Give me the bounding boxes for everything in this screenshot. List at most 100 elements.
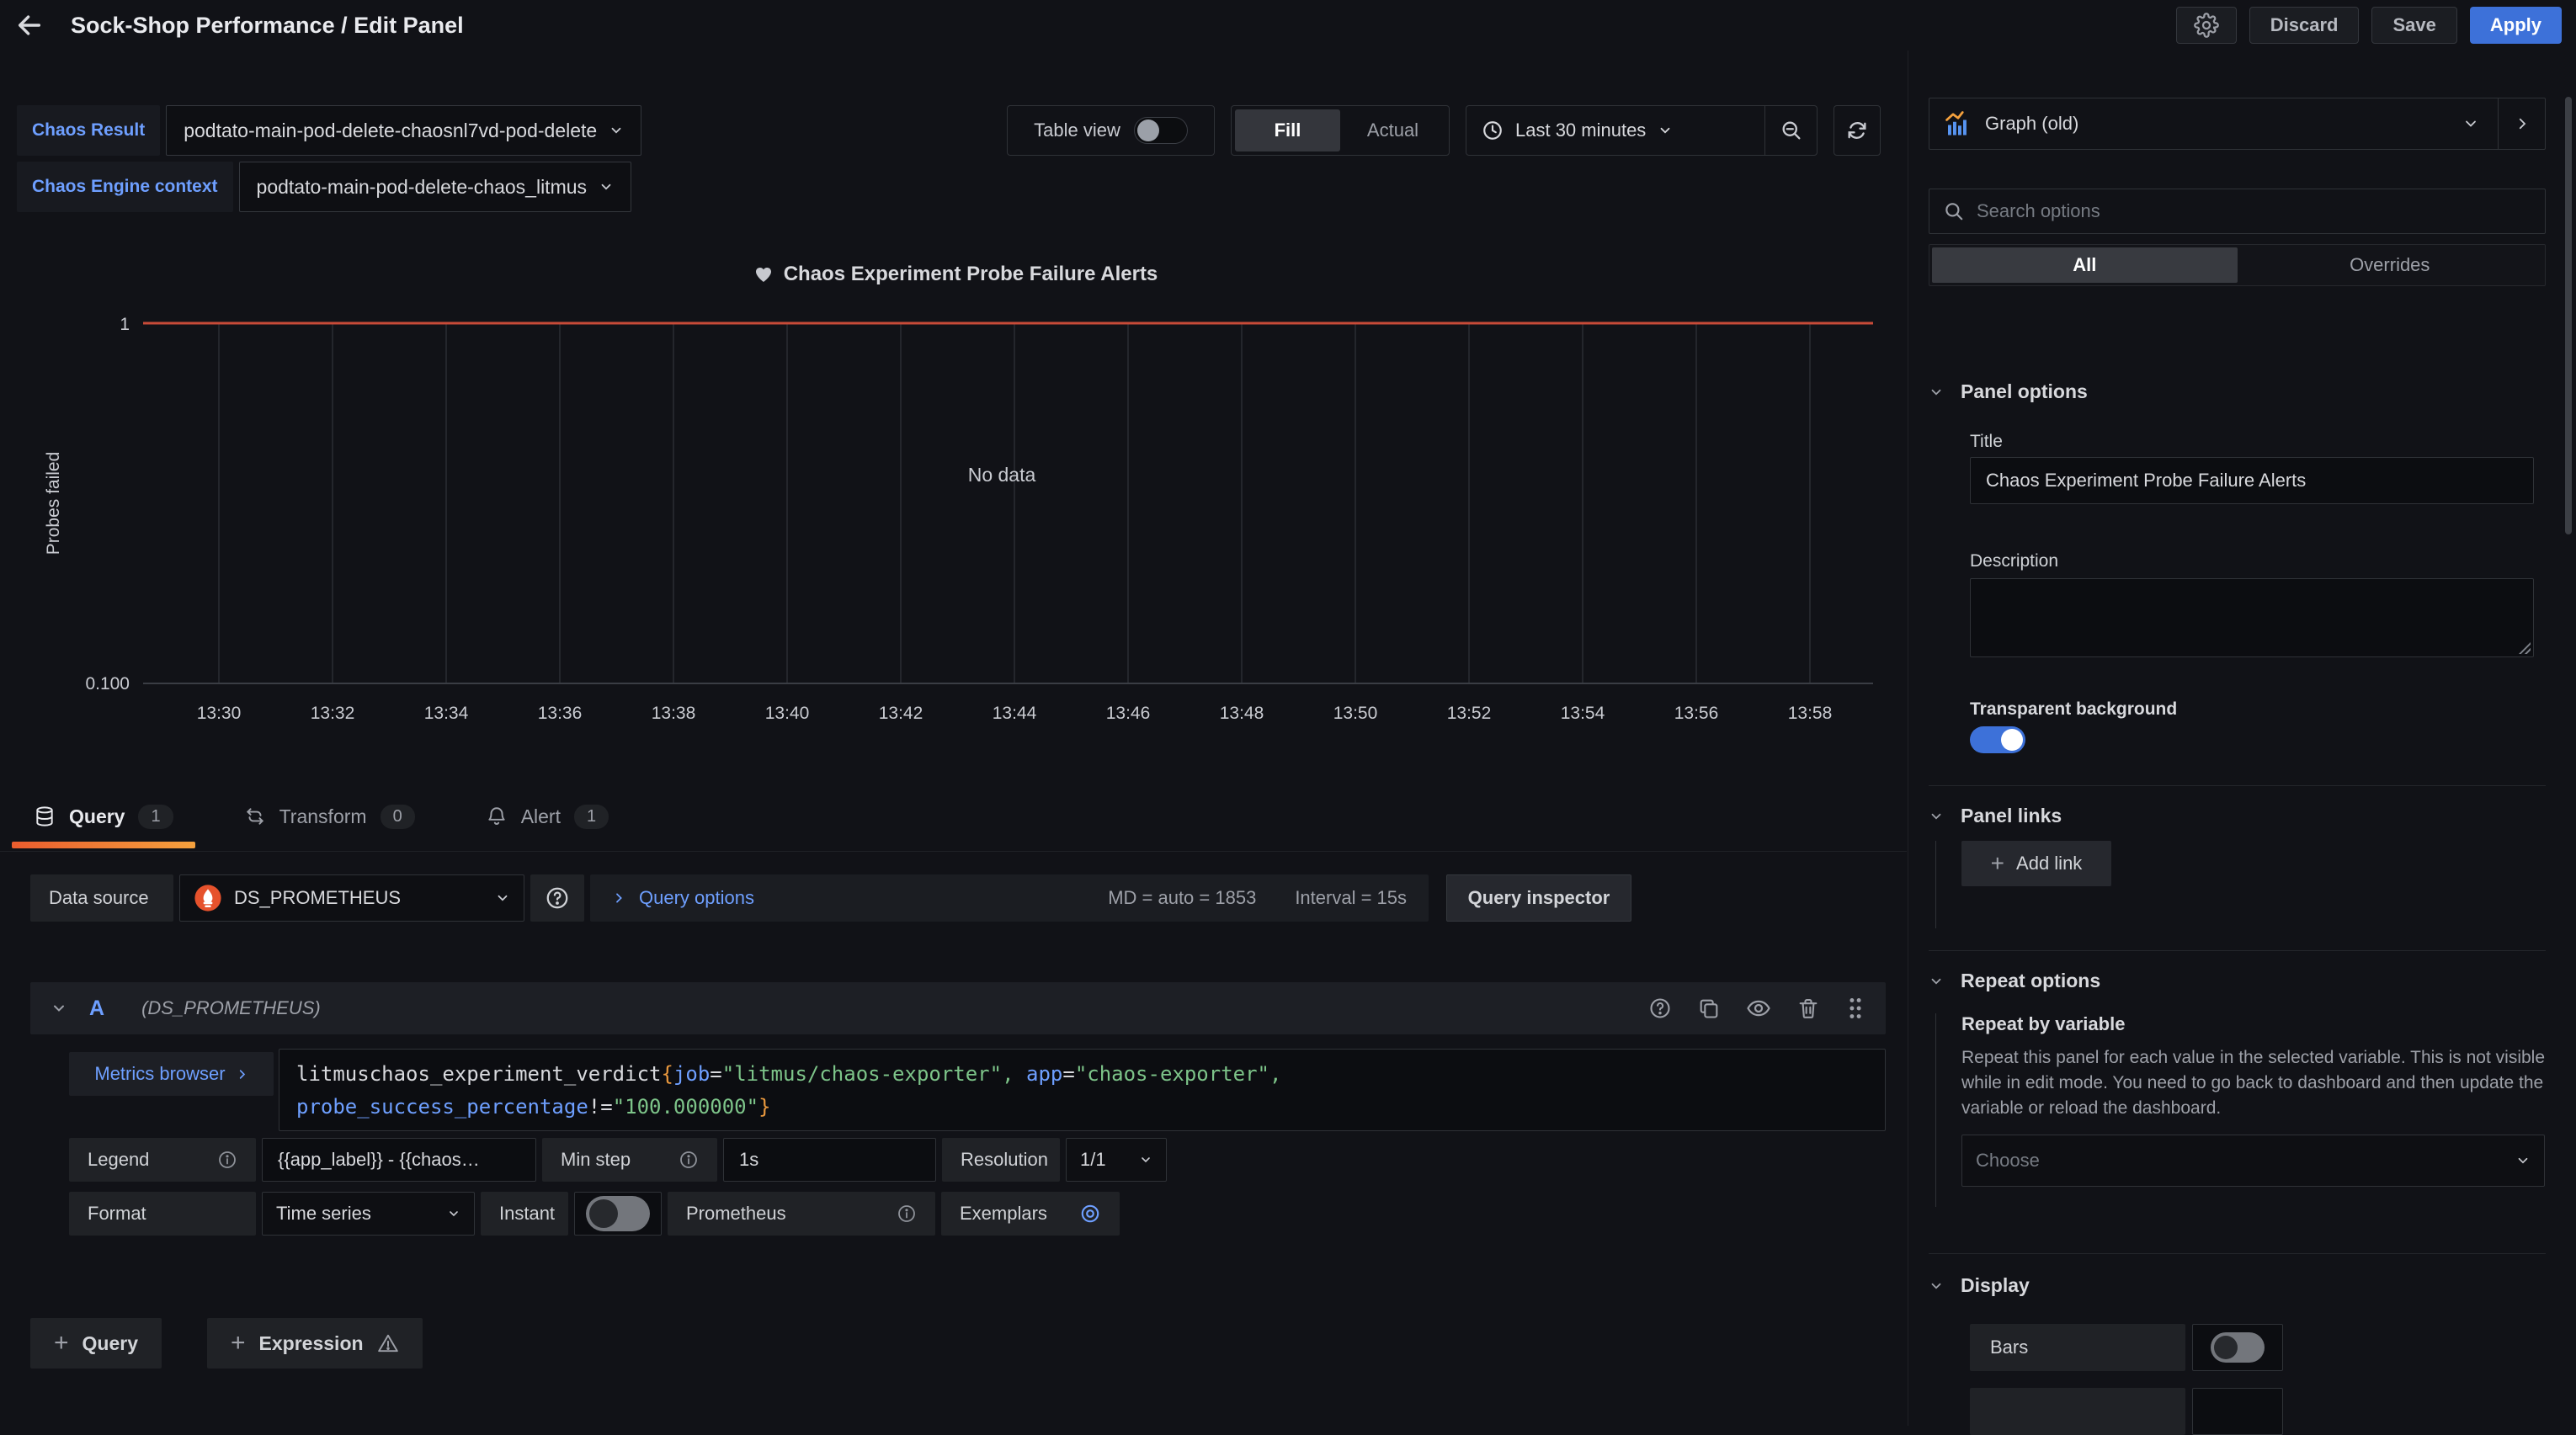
variable-label: Chaos Engine context — [17, 162, 233, 212]
duplicate-query-icon[interactable] — [1697, 997, 1721, 1020]
add-query-button[interactable]: + Query — [30, 1318, 162, 1369]
datasource-select[interactable]: DS_PROMETHEUS — [179, 874, 524, 922]
table-view-toggle[interactable] — [1134, 117, 1188, 144]
tab-transform[interactable]: Transform 0 — [244, 789, 415, 843]
next-option-row-partial — [1970, 1388, 2546, 1435]
datasource-name: DS_PROMETHEUS — [234, 887, 401, 909]
exemplars-eye-icon[interactable] — [1079, 1203, 1101, 1225]
chevron-down-icon — [1929, 809, 1944, 824]
bell-icon — [486, 805, 508, 827]
panel-toolbar: Table view Fill Actual Last 30 minutes — [1007, 105, 1881, 156]
display-header[interactable]: Display — [1929, 1274, 2546, 1297]
panel-links-content: + Add link — [1935, 841, 2546, 928]
title-field-label: Title — [1970, 432, 2534, 452]
add-expression-button[interactable]: + Expression — [207, 1318, 423, 1369]
save-button[interactable]: Save — [2371, 7, 2456, 44]
legend-format-value[interactable] — [278, 1149, 520, 1171]
discard-button[interactable]: Discard — [2249, 7, 2360, 44]
min-step-value[interactable] — [739, 1149, 920, 1171]
transparent-bg-toggle[interactable] — [1970, 726, 2025, 753]
exemplars-label-text: Exemplars — [960, 1203, 1047, 1225]
back-arrow-icon[interactable] — [0, 0, 59, 50]
zoom-out-button[interactable] — [1764, 106, 1817, 155]
min-step-input[interactable] — [723, 1138, 936, 1182]
format-select[interactable]: Time series — [262, 1192, 475, 1236]
bars-toggle[interactable] — [2211, 1332, 2265, 1363]
divider — [1929, 785, 2546, 786]
chevron-down-icon — [1139, 1153, 1152, 1167]
metrics-browser-button[interactable]: Metrics browser — [69, 1052, 274, 1096]
svg-text:13:52: 13:52 — [1447, 704, 1492, 723]
svg-text:13:54: 13:54 — [1561, 704, 1605, 723]
svg-text:13:48: 13:48 — [1220, 704, 1264, 723]
bars-toggle-box — [2192, 1324, 2283, 1371]
instant-toggle[interactable] — [586, 1196, 650, 1231]
chevron-down-icon — [2515, 1153, 2531, 1168]
search-options-input[interactable] — [1977, 200, 2531, 222]
sidebar-scrollbar[interactable] — [2565, 97, 2572, 534]
svg-text:13:38: 13:38 — [652, 704, 696, 723]
prometheus-type-label: Prometheus — [668, 1192, 935, 1236]
tab-count-badge: 1 — [138, 805, 173, 829]
query-inspector-button[interactable]: Query inspector — [1446, 874, 1631, 922]
tab-alert[interactable]: Alert 1 — [486, 789, 609, 843]
table-view-group: Table view — [1007, 105, 1215, 156]
tab-query[interactable]: Query 1 — [34, 789, 173, 843]
description-textarea[interactable] — [1971, 579, 2533, 656]
chart-plot-area[interactable]: 13:3013:3213:3413:3613:3813:4013:4213:44… — [25, 303, 1886, 741]
panel-settings-button[interactable] — [2176, 7, 2237, 44]
options-filter-tabs: All Overrides — [1929, 244, 2546, 286]
max-datapoints-text: MD = auto = 1853 — [1108, 887, 1256, 909]
tab-label: Alert — [521, 805, 561, 828]
query-options-label: Query options — [639, 887, 754, 909]
svg-text:13:36: 13:36 — [538, 704, 583, 723]
fill-actual-group: Fill Actual — [1231, 105, 1450, 156]
repeat-help-text: Repeat this panel for each value in the … — [1961, 1045, 2547, 1121]
panel-links-header[interactable]: Panel links — [1929, 805, 2546, 827]
svg-text:13:44: 13:44 — [993, 704, 1037, 723]
min-step-label: Min step — [542, 1138, 717, 1182]
query-help-icon[interactable] — [1648, 997, 1672, 1020]
resolution-select[interactable]: 1/1 — [1066, 1138, 1167, 1182]
panel-title-input[interactable] — [1986, 470, 2518, 492]
variable-value: podtato-main-pod-delete-chaosnl7vd-pod-d… — [184, 120, 597, 142]
datasource-help-button[interactable] — [530, 874, 584, 922]
resolution-value: 1/1 — [1080, 1149, 1106, 1171]
repeat-options-header[interactable]: Repeat options — [1929, 970, 2546, 992]
options-sidebar: Graph (old) All Overrides Panel options … — [1908, 50, 2576, 1426]
legend-format-input[interactable] — [262, 1138, 536, 1182]
time-range-picker[interactable]: Last 30 minutes — [1466, 120, 1764, 141]
toggle-visibility-icon[interactable] — [1746, 996, 1771, 1021]
tab-overrides[interactable]: Overrides — [2238, 247, 2543, 283]
delete-query-icon[interactable] — [1796, 997, 1820, 1020]
apply-button[interactable]: Apply — [2470, 7, 2562, 44]
svg-text:13:58: 13:58 — [1788, 704, 1833, 723]
variable-chaos-result-dropdown[interactable]: podtato-main-pod-delete-chaosnl7vd-pod-d… — [166, 105, 641, 156]
zoom-out-icon — [1780, 119, 1803, 142]
drag-handle-icon[interactable] — [1845, 996, 1865, 1021]
query-legend-row: Legend Min step Resolution 1/1 — [69, 1138, 1167, 1182]
help-circle-icon — [545, 885, 570, 911]
tab-all[interactable]: All — [1932, 247, 2238, 283]
refresh-button[interactable] — [1834, 105, 1881, 156]
fill-segment[interactable]: Fill — [1235, 109, 1340, 151]
resolution-label: Resolution — [942, 1138, 1060, 1182]
format-value: Time series — [276, 1203, 371, 1225]
search-icon — [1943, 200, 1965, 222]
display-content: Bars — [1970, 1324, 2546, 1435]
actual-segment[interactable]: Actual — [1340, 109, 1445, 151]
promql-line-2: probe_success_percentage!="100.000000"} — [296, 1091, 1868, 1124]
add-link-button[interactable]: + Add link — [1961, 841, 2111, 886]
divider — [1929, 1253, 2546, 1254]
query-row-header[interactable]: A (DS_PROMETHEUS) — [30, 982, 1886, 1034]
panel-options-header[interactable]: Panel options — [1929, 380, 2546, 403]
search-options-box[interactable] — [1929, 189, 2546, 234]
option-label — [1970, 1388, 2185, 1435]
legend-label: Legend — [69, 1138, 256, 1182]
viz-expand-button[interactable] — [2498, 98, 2545, 149]
visualization-picker[interactable]: Graph (old) — [1929, 98, 2546, 150]
promql-query-editor[interactable]: litmuschaos_experiment_verdict{job="litm… — [279, 1049, 1886, 1131]
repeat-variable-select[interactable]: Choose — [1961, 1135, 2545, 1187]
variable-chaos-engine-dropdown[interactable]: podtato-main-pod-delete-chaos_litmus — [239, 162, 632, 212]
query-options-toggle[interactable]: Query options — [612, 887, 754, 909]
